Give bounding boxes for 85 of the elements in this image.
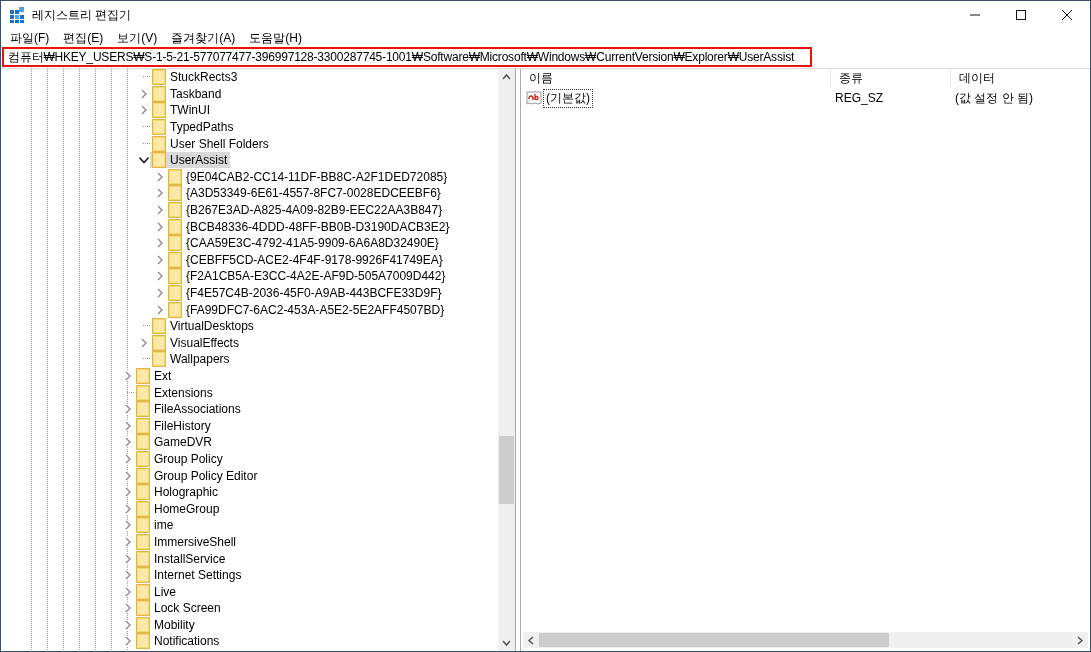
folder-icon (136, 467, 150, 484)
folder-icon (136, 484, 150, 501)
menu-item[interactable]: 보기(V) (111, 29, 166, 47)
folder-icon (136, 517, 150, 534)
folder-icon (168, 168, 182, 185)
folder-icon (152, 69, 166, 86)
folder-icon (152, 135, 166, 152)
folder-icon (152, 351, 166, 368)
chevron-right-icon[interactable] (123, 536, 133, 547)
chevron-right-icon[interactable] (139, 337, 149, 348)
chevron-right-icon[interactable] (123, 420, 133, 431)
folder-icon (168, 202, 182, 219)
scrollbar-thumb[interactable] (499, 436, 514, 504)
folder-icon (152, 119, 166, 136)
folder-icon (136, 583, 150, 600)
chevron-right-icon[interactable] (155, 171, 165, 182)
folder-icon (168, 268, 182, 285)
chevron-right-icon[interactable] (123, 470, 133, 481)
value-name[interactable]: (기본값) (543, 88, 593, 108)
value-data: (값 설정 안 됨) (954, 89, 1034, 107)
chevron-right-icon[interactable] (123, 520, 133, 531)
window-title: 레지스트리 편집기 (32, 6, 132, 24)
folder-icon (136, 500, 150, 517)
chevron-right-icon[interactable] (123, 371, 133, 381)
folder-icon (168, 301, 182, 318)
maximize-icon[interactable] (1015, 9, 1027, 21)
column-header[interactable]: 이름 (521, 69, 831, 88)
address-bar[interactable]: 컴퓨터₩HKEY_USERS₩S-1-5-21-577077477-396997128-3300287745-1001₩Software₩Microsoft₩Windows₩CurrentVersion₩Explorer₩UserAssist (2, 47, 812, 67)
chevron-right-icon[interactable] (123, 603, 133, 614)
folder-icon (136, 417, 150, 434)
menu-item[interactable]: 도움말(H) (243, 29, 310, 47)
menu-item[interactable]: 즐겨찾기(A) (165, 29, 244, 47)
chevron-right-icon[interactable] (123, 553, 133, 564)
chevron-right-icon[interactable] (139, 105, 149, 116)
chevron-right-icon[interactable] (123, 570, 133, 581)
chevron-right-icon[interactable] (139, 88, 149, 99)
menu-item[interactable]: 파일(F) (4, 29, 58, 47)
folder-icon (168, 285, 182, 301)
folder-icon (136, 616, 150, 633)
folder-icon (136, 600, 150, 617)
folder-icon (136, 384, 150, 401)
horizontal-scrollbar[interactable] (523, 632, 1088, 648)
chevron-right-icon[interactable] (123, 619, 133, 630)
menu-item[interactable]: 편집(E) (57, 29, 112, 47)
folder-icon (168, 251, 182, 268)
chevron-right-icon[interactable] (155, 221, 165, 232)
folder-icon (136, 633, 150, 650)
folder-icon (152, 102, 166, 119)
chevron-right-icon[interactable] (123, 453, 133, 464)
chevron-right-icon[interactable] (123, 487, 133, 498)
folder-icon (136, 450, 150, 467)
chevron-right-icon[interactable] (123, 636, 133, 647)
folder-icon (136, 401, 150, 418)
chevron-right-icon[interactable] (155, 254, 165, 265)
chevron-right-icon[interactable] (123, 437, 133, 448)
folder-icon (152, 152, 166, 169)
string-value-icon (526, 91, 542, 105)
column-header[interactable]: 데이터 (951, 69, 1090, 88)
chevron-right-icon[interactable] (155, 238, 165, 249)
vertical-scrollbar[interactable] (498, 69, 515, 651)
folder-icon (168, 235, 182, 252)
chevron-right-icon[interactable] (155, 271, 165, 282)
chevron-right-icon[interactable] (155, 288, 165, 298)
chevron-right-icon[interactable] (123, 503, 133, 514)
folder-icon (136, 550, 150, 567)
folder-icon (136, 567, 150, 584)
folder-icon (152, 318, 166, 335)
folder-icon (136, 434, 150, 451)
chevron-down-icon[interactable] (139, 155, 149, 166)
registry-editor-icon (9, 7, 25, 23)
chevron-right-icon[interactable] (155, 205, 165, 216)
value-type: REG_SZ (834, 91, 884, 105)
folder-icon (136, 368, 150, 384)
close-icon[interactable] (1061, 9, 1073, 21)
chevron-right-icon[interactable] (123, 404, 133, 415)
chevron-right-icon[interactable] (155, 304, 165, 315)
column-header[interactable]: 종류 (831, 69, 951, 88)
chevron-right-icon[interactable] (123, 586, 133, 597)
scrollbar-thumb[interactable] (539, 633, 889, 647)
folder-icon (168, 218, 182, 235)
folder-icon (152, 334, 166, 351)
folder-icon (152, 85, 166, 102)
chevron-right-icon[interactable] (155, 188, 165, 199)
folder-icon (168, 185, 182, 202)
folder-icon (136, 533, 150, 550)
